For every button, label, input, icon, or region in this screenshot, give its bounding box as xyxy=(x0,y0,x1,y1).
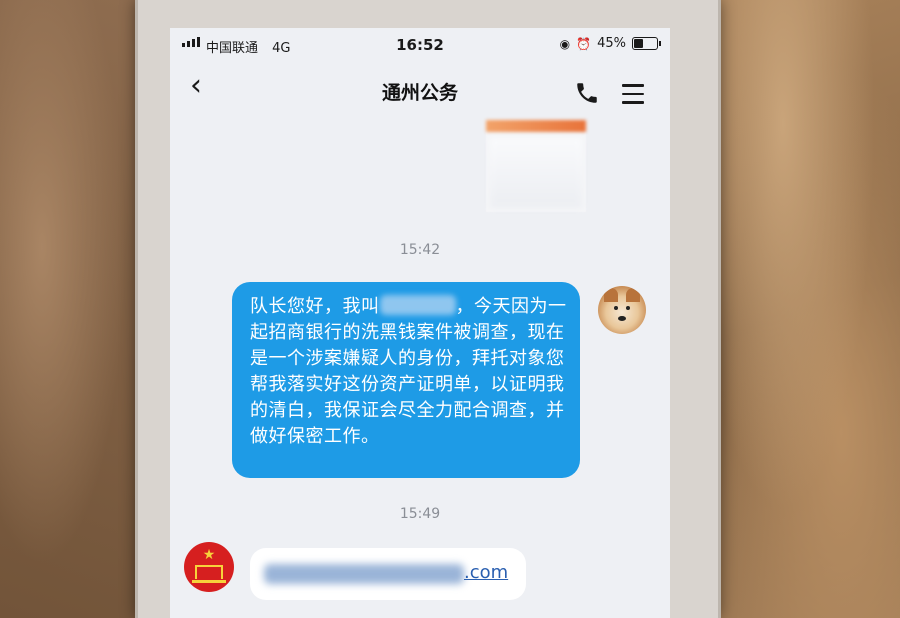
background-left xyxy=(0,0,140,618)
text-after-name: ，今天因为一起招商银行的洗黑钱案件被调查，现在是一个涉案嫌疑人的身份，拜托对象您… xyxy=(250,296,567,447)
timestamp: 15:49 xyxy=(399,506,441,522)
blurred-image-message[interactable] xyxy=(486,120,586,212)
status-bar: 中国联通 4G 16:52 ◉ ⏰ 45% xyxy=(170,28,670,62)
avatar[interactable]: ★ xyxy=(184,542,234,592)
alarm-icon: ⏰ xyxy=(576,36,592,51)
timestamp: 15:42 xyxy=(399,242,441,258)
text-before-name: 队长您好，我叫 xyxy=(250,296,380,317)
phone-icon[interactable] xyxy=(574,80,600,106)
background-right xyxy=(705,0,900,618)
chat-header: ‹ 通州公务 xyxy=(170,62,670,122)
battery-percent: 45% xyxy=(597,36,626,51)
link-domain[interactable]: .com xyxy=(464,562,508,583)
phone-screen: 中国联通 4G 16:52 ◉ ⏰ 45% ‹ 通州公务 15:42 队长您好，… xyxy=(170,28,670,618)
status-right: ◉ ⏰ 45% xyxy=(559,36,661,51)
outgoing-message-text: 队长您好，我叫 ，今天因为一起招商银行的洗黑钱案件被调查，现在是一个涉案嫌疑人的身… xyxy=(250,294,570,450)
redacted-name xyxy=(379,295,456,315)
redacted-link xyxy=(264,564,464,584)
menu-icon[interactable] xyxy=(622,84,644,110)
incoming-message-bubble[interactable]: .com xyxy=(250,548,526,600)
battery-icon xyxy=(632,37,661,50)
star-icon: ★ xyxy=(202,547,216,563)
avatar[interactable] xyxy=(598,286,646,334)
rotation-lock-icon: ◉ xyxy=(559,36,571,51)
outgoing-message-bubble[interactable]: 队长您好，我叫 ，今天因为一起招商银行的洗黑钱案件被调查，现在是一个涉案嫌疑人的身… xyxy=(232,282,580,478)
